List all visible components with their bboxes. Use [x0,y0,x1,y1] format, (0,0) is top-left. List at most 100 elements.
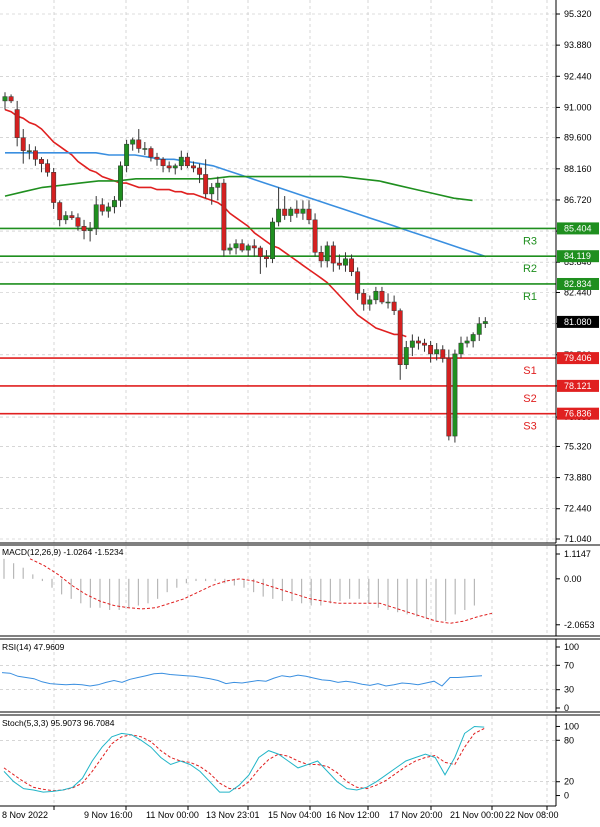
level-tag-label: 82.834 [564,279,592,289]
level-name-s2: S2 [523,393,536,405]
trading-chart: R3 R2 R1 S1 S2 S3 95.320 93.880 92.440 91.000 89.… [0,0,600,820]
candle-body [57,202,63,221]
price-tick-label: 91.000 [564,102,592,112]
candle [446,349,452,441]
time-tick-label: 11 Nov 00:00 [146,810,199,820]
candle-body [391,301,397,311]
candle-body [215,182,221,188]
candle-body [75,217,81,227]
candle-body [434,349,440,355]
stoch-label: Stoch(5,3,3) 95.9073 96.7084 [2,718,115,728]
macd-tick-label: 1.1147 [564,549,591,559]
time-tick-label: 15 Nov 04:00 [268,810,322,820]
candle-body [373,290,379,301]
candle-body [20,137,26,151]
candle-body [367,299,373,305]
price-tick-label: 92.440 [564,71,592,81]
candle-body [221,182,227,251]
candle-body [178,156,184,167]
candle [312,213,318,257]
candle-body [385,301,391,304]
level-tag-label: 84.119 [564,251,591,261]
candle-body [318,252,324,262]
rsi-tick-label: 100 [564,642,579,652]
candle-body [251,245,257,249]
stoch-k-line [3,725,485,793]
candle-body [361,293,367,305]
candle-body [197,167,203,175]
stoch-tick-label: 0 [564,791,569,801]
candle-body [142,148,148,150]
candle-body [136,139,142,149]
candle-body [93,204,99,229]
price-tick-label: 89.600 [564,133,592,143]
candle-body [379,290,385,303]
candle-body [312,219,318,253]
stoch-tick-label: 80 [564,735,574,745]
macd-signal-line [29,558,493,624]
candle-body [324,245,330,262]
stoch-level-lines [0,739,556,783]
price-tick-label: 93.880 [564,40,592,50]
time-tick-label: 8 Nov 2022 [2,810,48,820]
candle-body [26,150,32,152]
time-tick-label: 21 Nov 00:00 [450,810,504,820]
level-name-r2: R2 [523,263,537,275]
candle-body [227,247,233,251]
rsi-label: RSI(14) 47.9609 [2,642,65,652]
last-price-tag-label: 81.080 [564,317,592,327]
level-tag-label: 85.404 [564,223,592,233]
time-tick-label: 17 Nov 20:00 [389,810,443,820]
candle-body [111,200,117,208]
candle-body [476,323,482,335]
candle-body [470,334,476,342]
candle-body [87,228,93,231]
candle-body [282,208,288,216]
stoch-panel: Stoch(5,3,3) 95.9073 96.7084 100 80 20 0 [0,714,600,807]
candle-body [343,258,348,266]
candle-body [105,206,111,212]
candle-body [482,321,488,324]
candle-body [263,256,269,260]
candle-body [191,165,196,169]
level-name-s3: S3 [523,421,536,433]
candle-body [81,226,87,231]
macd-axis-ticks: 1.1147 0.00 -2.0653 [556,549,595,630]
rsi-tick-label: 30 [564,685,574,695]
candle-body [69,215,75,218]
candle-body [452,353,458,437]
price-tick-label: 71.040 [564,534,592,544]
candle [221,178,227,257]
candle-body [51,172,57,203]
candle-body [130,139,136,145]
candle-body [257,247,263,257]
macd-vertical-gridlines [53,546,548,636]
candle-body [294,208,300,214]
candle-body [209,187,215,195]
level-tag-label: 79.406 [564,353,592,363]
rsi-panel: RSI(14) 47.9609 10070300 [0,638,600,713]
candle-body [148,148,154,158]
stoch-axis-ticks: 100 80 20 0 [556,721,579,801]
candle-body [2,96,8,102]
stoch-tick-label: 20 [564,777,574,787]
candle-body [32,150,38,160]
rsi-line [1,672,483,687]
level-name-r1: R1 [523,291,537,303]
rsi-level-lines [0,664,556,691]
last-price-tag: 81.080 [557,315,599,328]
candle-body [124,143,130,167]
candle-body [464,340,470,344]
candle-body [239,243,245,251]
candle-body [446,357,452,437]
stoch-tick-label: 100 [564,721,579,731]
time-tick-label: 22 Nov 08:00 [505,810,559,820]
candle-body [39,159,44,164]
candle [270,217,275,264]
candle-body [233,243,239,249]
candle-body [403,347,409,365]
level-tag-label: 78.121 [564,381,592,391]
candle-body [349,258,355,272]
stoch-d-line [3,728,485,792]
time-tick-label: 16 Nov 12:00 [326,810,380,820]
